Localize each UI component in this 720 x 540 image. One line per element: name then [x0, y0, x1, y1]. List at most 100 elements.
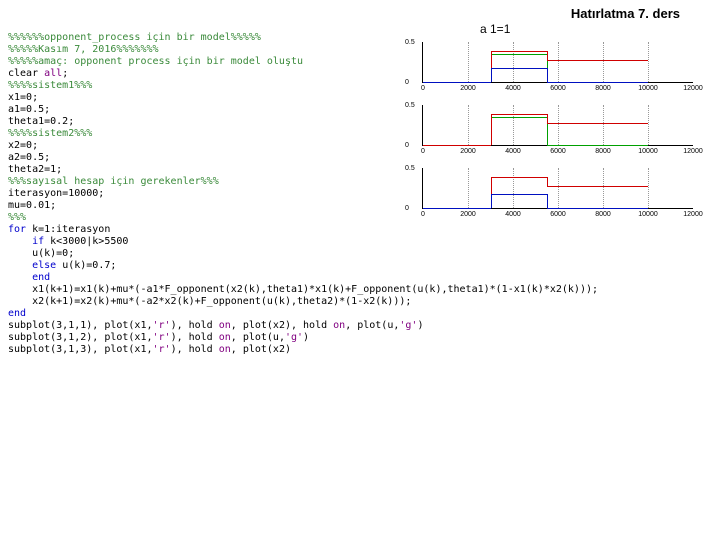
code-keyword: else	[8, 260, 56, 271]
series-line	[547, 123, 648, 124]
code-string: all	[44, 68, 62, 79]
code-string: 'g'	[399, 320, 417, 331]
grid-line	[468, 42, 469, 82]
grid-line	[603, 105, 604, 145]
subplot-2: 0 0.5 0 2000 4000 6000 8000 10000 12000	[400, 103, 700, 158]
code-string: on	[219, 332, 231, 343]
series-line	[547, 82, 648, 83]
code-text: clear	[8, 68, 44, 79]
x-tick-label: 4000	[505, 148, 521, 155]
series-line	[423, 145, 491, 146]
code-text: iterasyon=10000;	[8, 188, 104, 199]
x-tick-label: 6000	[550, 211, 566, 218]
x-tick-label: 12000	[683, 85, 702, 92]
y-tick-label: 0.5	[405, 165, 415, 172]
subplot-1: 00.5020004000600080001000012000	[400, 40, 700, 95]
series-line	[547, 145, 648, 146]
x-tick-label: 0	[421, 148, 425, 155]
x-tick-label: 2000	[460, 148, 476, 155]
series-line	[547, 208, 648, 209]
y-tick-label: 0	[405, 142, 409, 149]
subplot-3: 00.5020004000600080001000012000	[400, 166, 700, 221]
code-text: , plot(u,	[345, 320, 399, 331]
chart-axes: 00.5020004000600080001000012000	[422, 105, 693, 146]
code-text: ), hold	[171, 344, 219, 355]
series-line	[491, 117, 547, 118]
y-tick-label: 0	[405, 79, 409, 86]
x-tick-label: 0	[421, 211, 425, 218]
x-tick-label: 8000	[595, 211, 611, 218]
code-string: 'g'	[285, 332, 303, 343]
series-line	[491, 194, 547, 195]
grid-line	[513, 42, 514, 82]
code-comment: %%%%%%opponent_process için bir model%%%…	[8, 32, 261, 43]
grid-line	[648, 105, 649, 145]
code-comment: %%%%sistem1%%%	[8, 80, 92, 91]
series-line	[547, 177, 548, 186]
code-text: theta2=1;	[8, 164, 62, 175]
grid-line	[513, 105, 514, 145]
code-keyword: end	[8, 272, 50, 283]
x-tick-label: 6000	[550, 148, 566, 155]
x-tick-label: 6000	[550, 85, 566, 92]
slide-header: Hatırlatma 7. ders	[571, 6, 680, 21]
code-text: ), hold	[171, 332, 219, 343]
series-line	[491, 68, 492, 82]
series-line	[423, 82, 491, 83]
code-comment: %%%sayısal hesap için gerekenler%%%	[8, 176, 219, 187]
code-text: ), hold	[171, 320, 219, 331]
series-line	[491, 54, 547, 55]
code-text: u(k)=0.7;	[56, 260, 116, 271]
series-line	[491, 114, 547, 115]
grid-line	[513, 168, 514, 208]
grid-line	[468, 168, 469, 208]
x-tick-label: 10000	[638, 148, 657, 155]
code-string: 'r'	[153, 332, 171, 343]
series-line	[491, 114, 492, 145]
series-line	[547, 60, 648, 61]
series-line	[547, 51, 548, 60]
code-comment: %%%	[8, 212, 26, 223]
code-keyword: for	[8, 224, 26, 235]
code-text: subplot(3,1,1), plot(x1,	[8, 320, 153, 331]
chart-axes: 00.5020004000600080001000012000	[422, 168, 693, 209]
code-comment: %%%%%Kasım 7, 2016%%%%%%%	[8, 44, 159, 55]
code-text: ;	[62, 68, 68, 79]
code-text: x2(k+1)=x2(k)+mu*(-a2*x2(k)+F_opponent(u…	[8, 296, 411, 307]
grid-line	[558, 42, 559, 82]
charts-panel: 0 0.5 0 2000 4000 6000 8000 10000 12000 0 0.5 0 2000…	[400, 40, 710, 229]
x-tick-label: 2000	[460, 85, 476, 92]
code-text: , plot(u,	[231, 332, 285, 343]
code-text: mu=0.01;	[8, 200, 56, 211]
chart-axes: 00.5020004000600080001000012000	[422, 42, 693, 83]
series-line	[491, 51, 547, 52]
x-tick-label: 12000	[683, 148, 702, 155]
code-keyword: if	[8, 236, 44, 247]
code-string: 'r'	[153, 320, 171, 331]
series-line	[491, 194, 492, 208]
code-keyword: end	[8, 308, 26, 319]
grid-line	[603, 168, 604, 208]
x-tick-label: 12000	[683, 211, 702, 218]
code-text: u(k)=0;	[8, 248, 74, 259]
x-tick-label: 8000	[595, 85, 611, 92]
code-string: on	[219, 320, 231, 331]
x-tick-label: 0	[421, 85, 425, 92]
x-tick-label: 8000	[595, 148, 611, 155]
x-tick-label: 4000	[505, 85, 521, 92]
code-text: )	[303, 332, 309, 343]
x-tick-label: 10000	[638, 85, 657, 92]
grid-line	[558, 168, 559, 208]
code-comment: %%%%%amaç: opponent process için bir mod…	[8, 56, 303, 67]
code-text: k<3000|k>5500	[44, 236, 128, 247]
code-text: , plot(x2)	[231, 344, 291, 355]
grid-line	[468, 105, 469, 145]
series-line	[547, 186, 648, 187]
y-tick-label: 0.5	[405, 102, 415, 109]
y-tick-label: 0	[405, 205, 409, 212]
code-text: a2=0.5;	[8, 152, 50, 163]
series-line	[547, 194, 548, 208]
series-line	[547, 114, 548, 123]
x-tick-label: 2000	[460, 211, 476, 218]
code-text: k=1:iterasyon	[26, 224, 110, 235]
